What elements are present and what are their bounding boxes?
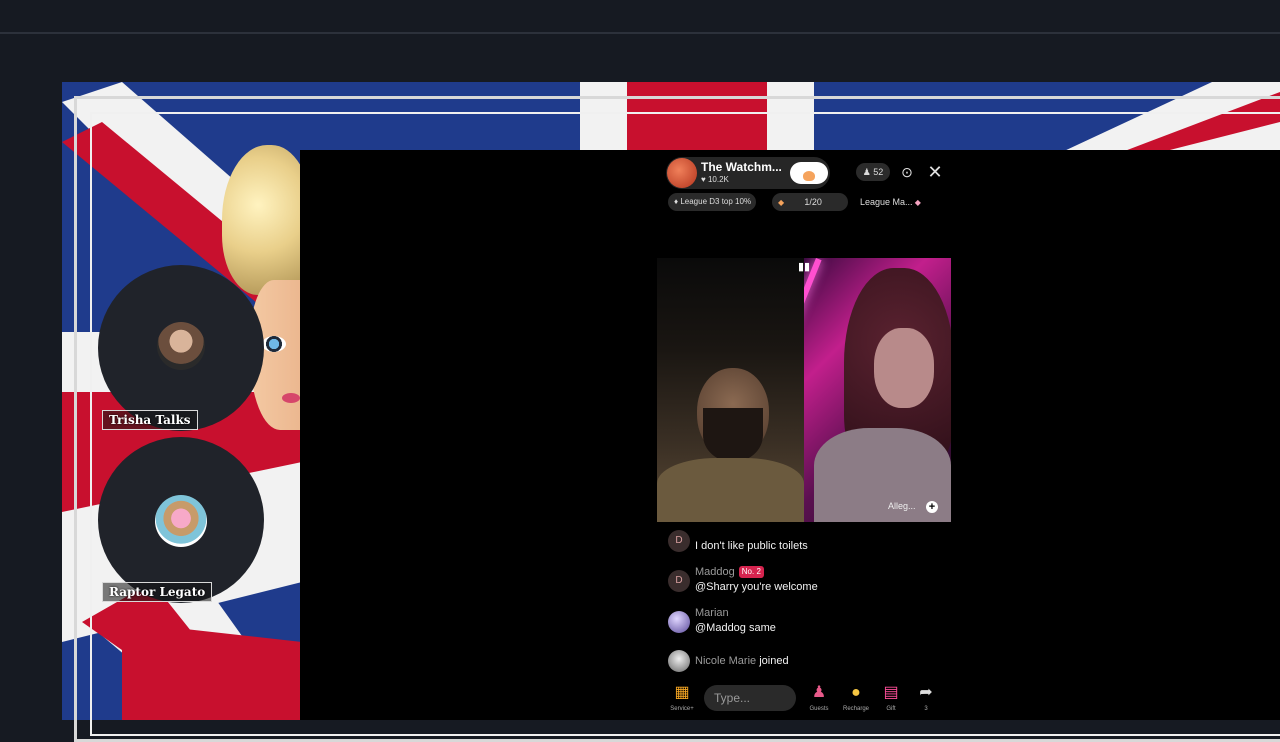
chat-username: Maddog No. 2 (695, 566, 764, 579)
pink-light-beam (804, 258, 822, 409)
share-icon[interactable]: ➦ (914, 684, 938, 702)
cartoon-lips (282, 393, 300, 403)
video-tile-guest[interactable] (804, 258, 951, 522)
guest-name-1: Trisha Talks (102, 410, 198, 430)
chat-message: @Sharry you're welcome (695, 581, 818, 593)
league-match-pill[interactable]: League Ma... ◆ (856, 193, 942, 211)
league-match-label: League Ma... (860, 197, 913, 207)
chat-username: Marian (695, 607, 729, 619)
follow-button[interactable] (790, 162, 828, 184)
progress-pill[interactable]: ◆ 1/20 (772, 193, 848, 211)
audio-bars-icon: ▮▮ (798, 261, 811, 273)
service-label: Service+ (670, 706, 694, 712)
guest-avatar-photo-1 (157, 322, 205, 370)
viewer-count[interactable]: ♟ 52 (856, 163, 890, 181)
heart-icon (803, 171, 815, 181)
chat-input[interactable] (704, 685, 796, 711)
diamond-icon: ♦ (674, 197, 679, 206)
host-avatar[interactable] (667, 158, 697, 188)
gem-icon: ◆ (778, 198, 785, 207)
gift-label: Gift (886, 706, 896, 712)
recharge-label: Recharge (842, 706, 869, 712)
host-likes: ♥ 10.2K (701, 175, 729, 184)
close-icon[interactable]: ✕ (926, 163, 944, 181)
add-guest-icon[interactable]: + (926, 501, 938, 513)
host-name: The Watchm... (701, 160, 782, 174)
cartoon-eye (262, 336, 286, 352)
chat-message: I don't like public toilets (695, 540, 808, 552)
top-divider (0, 32, 1280, 34)
league-badge[interactable]: ♦ League D3 top 10% (668, 193, 756, 211)
league-badge-label: League D3 top 10% (680, 197, 752, 206)
minimize-icon[interactable]: ⊙ (898, 164, 916, 180)
chat-avatar[interactable] (668, 611, 690, 633)
join-text: joined (759, 655, 789, 667)
host-beard (703, 408, 763, 462)
progress-value: 1/20 (804, 197, 822, 207)
gift-icon[interactable]: ▤ (879, 684, 903, 702)
join-username: Nicole Marie (695, 655, 757, 667)
guest-face (874, 328, 934, 408)
chat-username-text: Maddog (695, 566, 735, 578)
cartoon-hair (222, 145, 312, 295)
chat-avatar[interactable]: D (668, 530, 690, 552)
recharge-icon[interactable]: ● (844, 684, 868, 702)
chat-avatar[interactable] (668, 650, 690, 672)
viewer-count-value: 52 (873, 167, 884, 177)
video-tile-host[interactable] (657, 258, 804, 522)
service-icon[interactable]: ▦ (670, 684, 694, 702)
guests-icon[interactable]: ♟ (807, 684, 831, 702)
guest-tile-label: Alleg... (888, 501, 916, 511)
chat-avatar[interactable]: D (668, 570, 690, 592)
top-bar (0, 0, 1280, 32)
host-shirt (657, 458, 804, 522)
host-likes-count: 10.2K (707, 175, 729, 184)
share-label: 3 (924, 706, 928, 712)
guests-label: Guests (809, 706, 829, 712)
shield-icon: ◆ (914, 198, 921, 207)
join-notice: Nicole Marie joined (695, 655, 789, 667)
rank-badge: No. 2 (738, 566, 764, 579)
chat-message: @Maddog same (695, 622, 776, 634)
guest-avatar-photo-2 (155, 495, 207, 547)
guest-name-2: Raptor Legato (102, 582, 213, 602)
